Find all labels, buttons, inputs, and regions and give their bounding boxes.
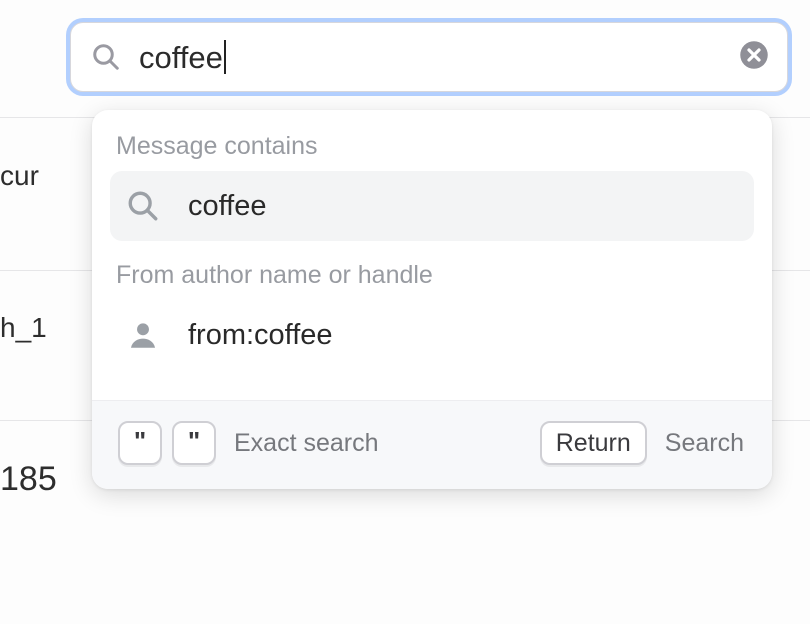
person-icon <box>126 318 160 352</box>
text-caret <box>224 40 226 74</box>
clear-search-button[interactable] <box>739 40 769 75</box>
exact-search-label: Exact search <box>234 429 379 458</box>
exact-search-keys: " " <box>118 421 216 465</box>
page-root: cur h_1 185 coffee Message contains <box>0 0 810 624</box>
search-bar[interactable]: coffee <box>70 22 788 92</box>
search-input[interactable]: coffee <box>139 37 739 77</box>
suggestion-message-contains[interactable]: coffee <box>110 171 754 241</box>
bg-row-text: h_1 <box>0 312 47 344</box>
search-input-value: coffee <box>139 42 223 73</box>
suggestion-text: coffee <box>188 190 266 223</box>
suggestion-text: from:coffee <box>188 319 333 352</box>
suggestion-from-author[interactable]: from:coffee <box>110 300 754 370</box>
search-action-label: Search <box>665 429 744 458</box>
quote-key-left: " <box>118 421 162 465</box>
bg-row-text: cur <box>0 160 39 192</box>
suggestion-group-contains-label: Message contains <box>116 132 748 161</box>
quote-key-right: " <box>172 421 216 465</box>
dropdown-body: Message contains coffee From author name… <box>92 110 772 400</box>
search-suggestions-dropdown: Message contains coffee From author name… <box>92 110 772 489</box>
suggestion-group-author-label: From author name or handle <box>116 261 748 290</box>
search-icon <box>91 42 121 72</box>
dropdown-footer: " " Exact search Return Search <box>92 400 772 489</box>
bg-row-text: 185 <box>0 460 57 499</box>
search-icon <box>126 189 160 223</box>
return-key: Return <box>540 421 647 465</box>
